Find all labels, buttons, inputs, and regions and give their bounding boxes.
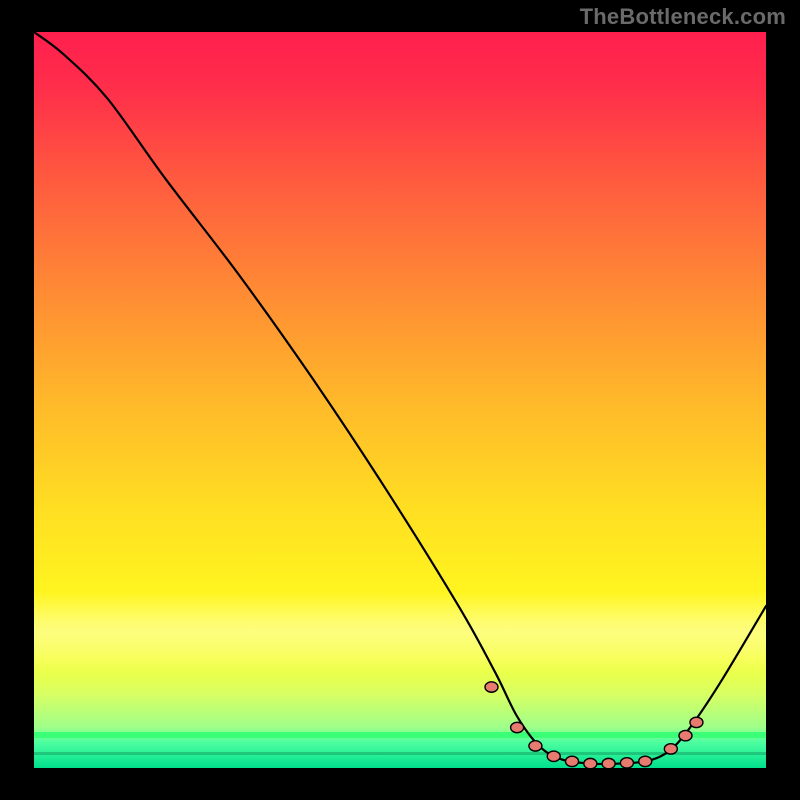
data-dot [639,756,652,766]
data-dot [690,717,703,727]
data-dot [566,756,579,766]
data-dot [511,722,524,732]
data-dots [34,32,766,768]
data-dot [664,744,677,754]
data-dot [620,758,633,768]
data-dot [485,682,498,692]
watermark-text: TheBottleneck.com [580,4,786,30]
data-dot [547,751,560,761]
data-dot [679,730,692,740]
data-dot [602,758,615,768]
data-dot [584,758,597,768]
plot-area [34,32,766,768]
data-dot [529,741,542,751]
